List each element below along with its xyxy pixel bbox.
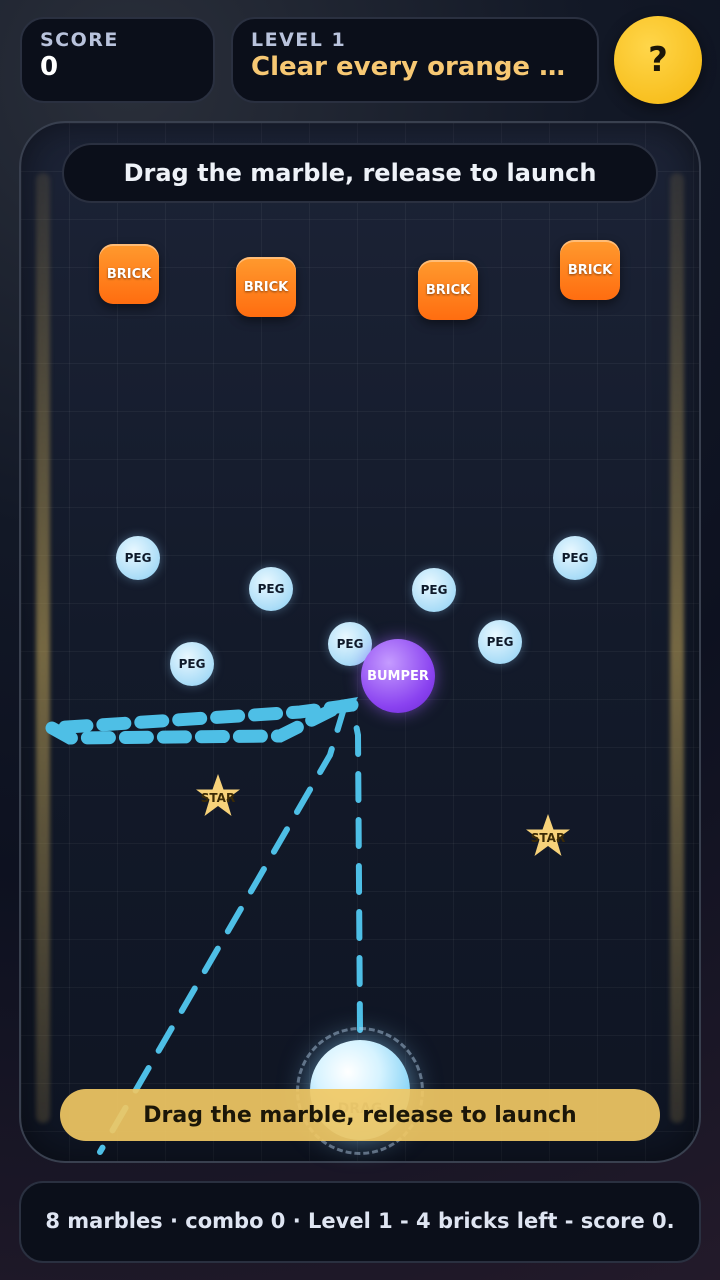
- peg: PEG: [553, 536, 597, 580]
- star-pickup: STAR: [524, 812, 572, 860]
- level-objective: Clear every orange brick: [251, 52, 579, 82]
- star-label: STAR: [200, 791, 236, 805]
- peg: PEG: [412, 568, 456, 612]
- star-label: STAR: [530, 831, 566, 845]
- score-value: 0: [40, 52, 59, 82]
- peg: PEG: [170, 642, 214, 686]
- peg: PEG: [478, 620, 522, 664]
- brick: BRICK: [236, 257, 296, 317]
- brick: BRICK: [99, 244, 159, 304]
- brick: BRICK: [418, 260, 478, 320]
- level-panel: LEVEL 1 Clear every orange brick: [231, 17, 599, 103]
- star-pickup: STAR: [194, 772, 242, 820]
- score-label: SCORE: [40, 29, 119, 51]
- help-button[interactable]: ?: [614, 16, 702, 104]
- left-rail: [36, 173, 50, 1123]
- score-panel: SCORE 0: [20, 17, 215, 103]
- brick: BRICK: [560, 240, 620, 300]
- level-label: LEVEL 1: [251, 29, 347, 51]
- peg: PEG: [116, 536, 160, 580]
- bottom-instruction-banner: Drag the marble, release to launch: [60, 1089, 660, 1141]
- peg: PEG: [249, 567, 293, 611]
- bumper: BUMPER: [361, 639, 435, 713]
- top-instruction-banner: Drag the marble, release to launch: [62, 143, 658, 203]
- status-bar: 8 marbles · combo 0 · Level 1 - 4 bricks…: [19, 1181, 701, 1263]
- right-rail: [670, 173, 684, 1123]
